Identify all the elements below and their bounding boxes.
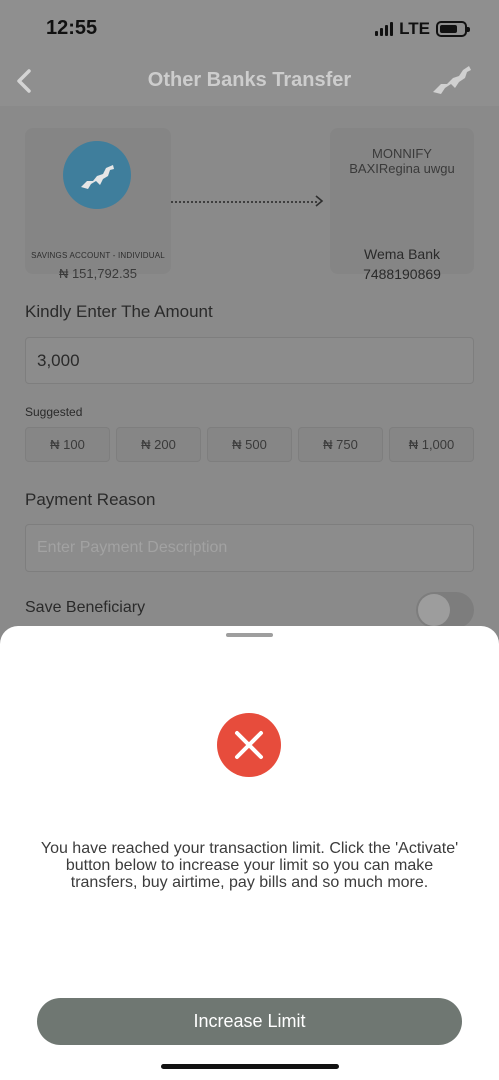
account-type: SAVINGS ACCOUNT - INDIVIDUAL [31, 251, 165, 260]
error-icon [217, 713, 281, 777]
network-type: LTE [399, 19, 430, 38]
status-indicators: LTE [375, 19, 470, 39]
suggested-amount-chip[interactable]: ₦ 100 [25, 427, 110, 462]
horse-icon [81, 165, 114, 189]
save-beneficiary-toggle[interactable] [416, 592, 474, 628]
amount-label: Kindly Enter The Amount [25, 302, 213, 321]
transfer-connector [171, 201, 317, 203]
payment-reason-input[interactable]: Enter Payment Description [25, 524, 474, 572]
beneficiary-account-number: 7488190869 [363, 266, 441, 282]
suggested-amount-chip[interactable]: ₦ 200 [116, 427, 201, 462]
status-time: 12:55 [46, 17, 98, 39]
suggested-amount-chip[interactable]: ₦ 500 [207, 427, 292, 462]
limit-message: You have reached your transaction limit.… [40, 840, 459, 891]
status-bar: 12:55 LTE [0, 0, 499, 56]
account-balance: ₦ 151,792.35 [58, 266, 138, 281]
beneficiary-bank: Wema Bank [364, 246, 440, 262]
increase-limit-button[interactable]: Increase Limit [37, 998, 462, 1045]
signal-icon [375, 22, 394, 36]
page-title: Other Banks Transfer [147, 69, 352, 91]
suggested-amount-chip[interactable]: ₦ 750 [298, 427, 383, 462]
suggested-amounts: ₦ 100 ₦ 200 ₦ 500 ₦ 750 ₦ 1,000 [25, 427, 474, 462]
suggested-label: Suggested [25, 405, 83, 419]
source-account-card: SAVINGS ACCOUNT - INDIVIDUAL ₦ 151,792.3… [25, 128, 171, 281]
beneficiary-name-line2: BAXIRegina uwgu [349, 161, 455, 176]
sheet-drag-handle[interactable] [226, 633, 273, 637]
battery-icon [436, 21, 470, 37]
amount-input[interactable]: 3,000 [25, 337, 474, 384]
beneficiary-name-line1: MONNIFY [372, 146, 432, 161]
transaction-limit-sheet: You have reached your transaction limit.… [0, 626, 499, 1080]
chevron-right-icon [315, 195, 324, 207]
horse-logo-icon [433, 66, 471, 94]
suggested-amount-chip[interactable]: ₦ 1,000 [389, 427, 474, 462]
beneficiary-card: MONNIFY BAXIRegina uwgu Wema Bank 748819… [330, 128, 474, 282]
app-header: Other Banks Transfer [0, 56, 499, 106]
toggle-knob [418, 594, 450, 626]
save-beneficiary-label: Save Beneficiary [25, 599, 146, 616]
account-avatar [63, 141, 131, 209]
home-indicator [161, 1064, 339, 1069]
payment-reason-label: Payment Reason [25, 490, 156, 509]
